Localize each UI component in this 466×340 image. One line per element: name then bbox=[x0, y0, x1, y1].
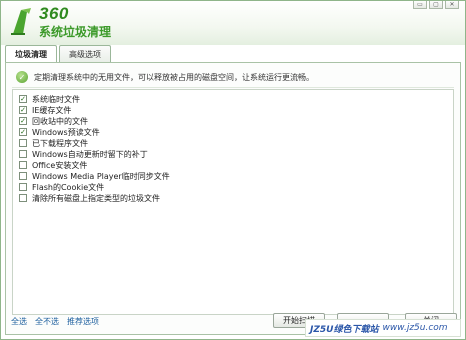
minimize-button[interactable]: ▭ bbox=[413, 1, 427, 9]
window-controls: ▭ ▢ ✕ bbox=[413, 1, 459, 9]
info-leaf-icon: ✓ bbox=[16, 71, 28, 83]
logo-number: 360 bbox=[39, 4, 69, 23]
checkbox[interactable]: ✓ bbox=[19, 95, 27, 103]
junk-type-list: ✓ 系统临时文件 ✓ IE缓存文件 ✓ 回收站中的文件 ✓ Windows预读文… bbox=[12, 89, 454, 315]
list-item[interactable]: Office安装文件 bbox=[19, 160, 87, 170]
checkbox[interactable] bbox=[19, 139, 27, 147]
checkbox[interactable]: ✓ bbox=[19, 128, 27, 136]
item-label: 清除所有磁盘上指定类型的垃圾文件 bbox=[32, 193, 160, 203]
app-logo: 360 系统垃圾清理 bbox=[9, 4, 111, 41]
list-item[interactable]: 清除所有磁盘上指定类型的垃圾文件 bbox=[19, 193, 160, 203]
checkbox[interactable] bbox=[19, 172, 27, 180]
info-banner: ✓ 定期清理系统中的无用文件，可以释放被占用的磁盘空间，让系统运行更流畅。 bbox=[16, 71, 314, 83]
list-item[interactable]: Windows自动更新时留下的补丁 bbox=[19, 149, 148, 159]
item-label: 已下载程序文件 bbox=[32, 138, 88, 148]
item-label: Windows预读文件 bbox=[32, 127, 100, 137]
watermark-url: www.jz5u.com bbox=[382, 323, 448, 333]
divider bbox=[12, 87, 454, 88]
item-label: 系统临时文件 bbox=[32, 94, 80, 104]
info-text: 定期清理系统中的无用文件，可以释放被占用的磁盘空间，让系统运行更流畅。 bbox=[34, 72, 314, 82]
watermark: JZ5U绿色下载站 www.jz5u.com bbox=[305, 319, 461, 337]
recommended-link[interactable]: 推荐选项 bbox=[67, 316, 99, 327]
item-label: Windows Media Player临时同步文件 bbox=[32, 171, 170, 181]
item-label: Windows自动更新时留下的补丁 bbox=[32, 149, 148, 159]
broom-icon bbox=[11, 8, 31, 35]
list-item[interactable]: Windows Media Player临时同步文件 bbox=[19, 171, 170, 181]
tab-junk-clean[interactable]: 垃圾清理 bbox=[5, 45, 57, 63]
select-all-link[interactable]: 全选 bbox=[11, 316, 27, 327]
list-item[interactable]: ✓ 系统临时文件 bbox=[19, 94, 80, 104]
watermark-text: JZ5U绿色下载站 bbox=[310, 324, 379, 335]
item-label: 回收站中的文件 bbox=[32, 116, 88, 126]
checkbox[interactable] bbox=[19, 161, 27, 169]
list-item[interactable]: ✓ IE缓存文件 bbox=[19, 105, 71, 115]
checkbox[interactable] bbox=[19, 183, 27, 191]
selection-links: 全选 全不选 推荐选项 bbox=[11, 316, 99, 327]
title-bar: 360 系统垃圾清理 ▭ ▢ ✕ bbox=[1, 1, 465, 45]
checkbox[interactable] bbox=[19, 194, 27, 202]
list-item[interactable]: ✓ 回收站中的文件 bbox=[19, 116, 88, 126]
clean-panel: ✓ 定期清理系统中的无用文件，可以释放被占用的磁盘空间，让系统运行更流畅。 ✓ … bbox=[5, 62, 461, 335]
item-label: Office安装文件 bbox=[32, 160, 88, 170]
item-label: Flash的Cookie文件 bbox=[32, 182, 105, 192]
list-item[interactable]: 已下载程序文件 bbox=[19, 138, 88, 148]
list-item[interactable]: ✓ Windows预读文件 bbox=[19, 127, 100, 137]
maximize-button[interactable]: ▢ bbox=[429, 1, 443, 9]
list-item[interactable]: Flash的Cookie文件 bbox=[19, 182, 104, 192]
close-button[interactable]: ✕ bbox=[445, 1, 459, 9]
checkbox[interactable]: ✓ bbox=[19, 106, 27, 114]
item-label: IE缓存文件 bbox=[32, 105, 72, 115]
app-title: 系统垃圾清理 bbox=[39, 25, 112, 39]
tab-advanced-options[interactable]: 高级选项 bbox=[59, 45, 111, 62]
checkbox[interactable]: ✓ bbox=[19, 117, 27, 125]
select-none-link[interactable]: 全不选 bbox=[35, 316, 59, 327]
tab-bar: 垃圾清理 高级选项 bbox=[5, 45, 111, 63]
app-window: 360 系统垃圾清理 ▭ ▢ ✕ 垃圾清理 高级选项 ✓ 定期清理系统中的无用文… bbox=[0, 0, 466, 340]
checkbox[interactable] bbox=[19, 150, 27, 158]
